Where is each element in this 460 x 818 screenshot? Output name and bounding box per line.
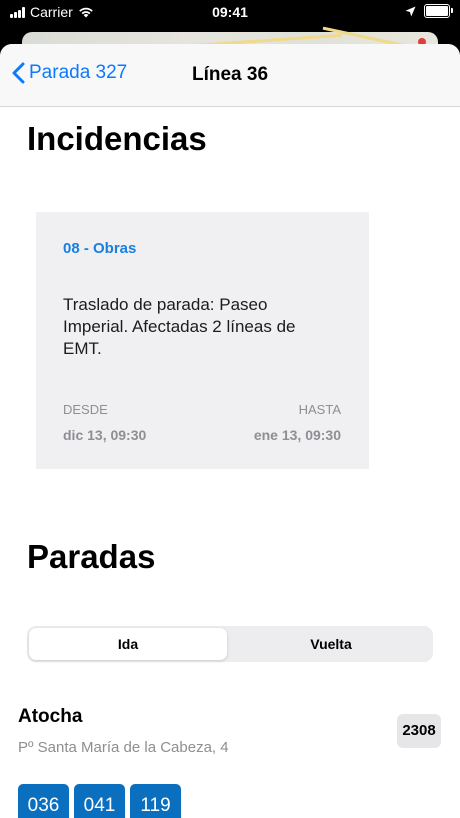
incident-category: 08 - Obras [63, 240, 137, 257]
to-label: HASTA [298, 402, 341, 417]
line-detail-sheet: Parada 327 Línea 36 Incidencias 08 - Obr… [0, 44, 460, 818]
line-badges: 036 041 119 [18, 784, 181, 818]
from-date: dic 13, 09:30 [63, 427, 147, 443]
nav-title: Línea 36 [191, 64, 269, 85]
incidents-heading: Incidencias [27, 120, 207, 157]
status-time: 09:41 [212, 4, 248, 20]
incident-description: Traslado de parada: Paseo Imperial. Afec… [63, 295, 296, 358]
incident-card[interactable]: 08 - Obras Traslado de parada: Paseo Imp… [36, 212, 369, 469]
stop-name[interactable]: Atocha [18, 706, 82, 728]
status-right [405, 4, 453, 18]
segment-ida[interactable]: Ida [29, 628, 227, 660]
to-date: ene 13, 09:30 [253, 427, 341, 443]
line-badge-119[interactable]: 119 [130, 784, 181, 818]
stops-heading: Paradas [27, 538, 156, 575]
from-label: DESDE [63, 402, 108, 417]
battery-icon [424, 4, 453, 18]
line-badge-036[interactable]: 036 [18, 784, 69, 818]
stop-address: Pº Santa María de la Cabeza, 4 [18, 739, 229, 756]
direction-segmented-control: Ida Vuelta [27, 626, 433, 662]
segment-vuelta[interactable]: Vuelta [231, 628, 431, 660]
navigation-bar: Parada 327 Línea 36 [0, 44, 460, 107]
stop-code-badge: 2308 [397, 714, 441, 748]
location-arrow-icon [405, 6, 416, 16]
line-badge-041[interactable]: 041 [74, 784, 125, 818]
status-bar: Carrier 09:41 [0, 0, 460, 26]
